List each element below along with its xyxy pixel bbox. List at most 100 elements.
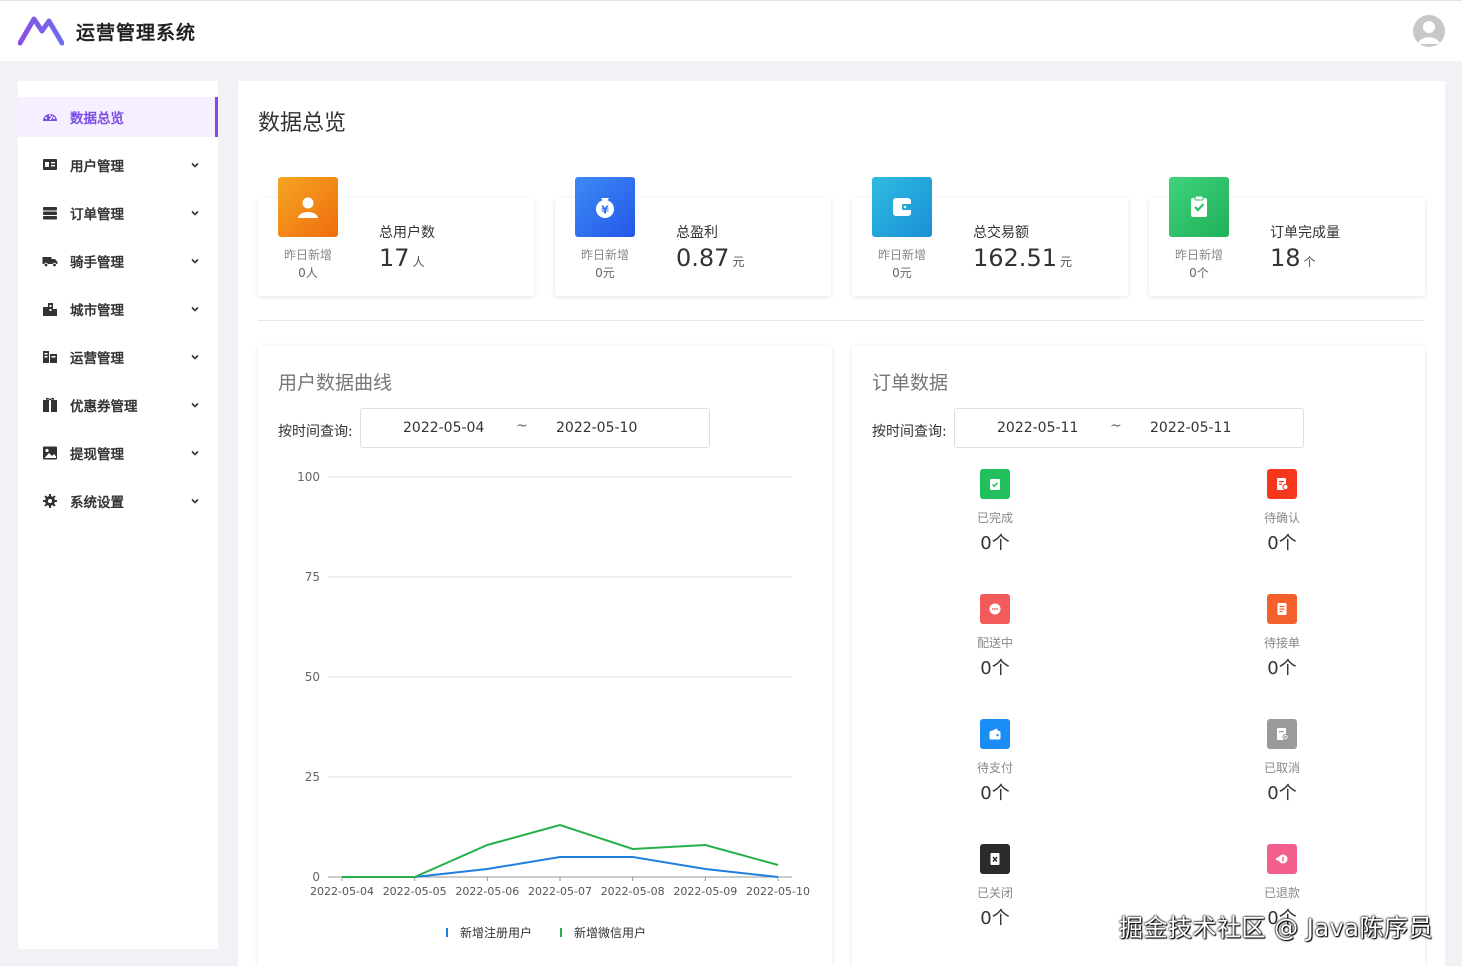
sidebar-item-cities[interactable]: 城市管理 (18, 289, 218, 329)
wallet-icon (872, 177, 932, 237)
order-status-count: 0个 (1267, 658, 1297, 679)
sidebar-item-label: 数据总览 (70, 111, 124, 127)
sidebar-item-coupons[interactable]: 优惠券管理 (18, 385, 218, 425)
legend-marker (560, 928, 562, 937)
stat-sub-label: 昨日新增 (283, 248, 332, 262)
series-line-0 (342, 856, 779, 878)
x-tick-label: 2022-05-05 (383, 885, 447, 898)
chevron-down-icon (190, 160, 200, 170)
sidebar-item-label: 运营管理 (70, 351, 124, 367)
date-start-input[interactable]: 2022-05-11 (997, 420, 1078, 436)
order-status-pending-payment[interactable]: 待支付 0个 (955, 719, 1035, 805)
order-status-completed[interactable]: 已完成 0个 (955, 469, 1035, 555)
stat-sub-label: 昨日新增 (877, 248, 926, 262)
order-status-cancelled[interactable]: 已取消 0个 (1242, 719, 1322, 805)
doc-cancel-icon (1267, 719, 1297, 749)
sidebar-item-riders[interactable]: 骑手管理 (18, 241, 218, 281)
order-status-count: 0个 (980, 908, 1010, 929)
chevron-down-icon (190, 208, 200, 218)
wallet-icon (980, 719, 1010, 749)
page-title: 数据总览 (258, 111, 347, 136)
legend-label: 新增注册用户 (460, 926, 533, 940)
doc-close-icon (980, 844, 1010, 874)
sidebar-item-withdraw[interactable]: 提现管理 (18, 433, 218, 473)
stat-card-total-transactions: 昨日新增 0元 总交易额 162.51 元 (852, 177, 1128, 296)
order-status-label: 待接单 (1263, 636, 1300, 650)
sidebar-item-operations[interactable]: 运营管理 (18, 337, 218, 377)
order-data-panel: 订单数据 按时间查询: 2022-05-11 ~ 2022-05-11 已完成 … (852, 346, 1425, 966)
stat-name: 总交易额 (973, 225, 1029, 241)
order-status-label: 配送中 (976, 636, 1013, 650)
clipboard-check-icon (1169, 177, 1229, 237)
truck-icon (42, 253, 58, 269)
sidebar-item-dashboard[interactable]: 数据总览 (18, 97, 218, 137)
divider (258, 320, 1424, 321)
query-label: 按时间查询: (872, 424, 947, 440)
dashboard-icon (42, 109, 58, 125)
stat-sub-value: 0个 (1189, 266, 1209, 280)
date-separator: ~ (1110, 418, 1122, 434)
stat-sub-value: 0元 (595, 266, 615, 280)
sidebar-item-label: 系统设置 (70, 495, 124, 511)
stat-card-total-users: 昨日新增 0人 总用户数 17 人 (258, 177, 534, 296)
sidebar-item-label: 骑手管理 (70, 255, 124, 271)
building-icon (42, 301, 58, 317)
date-range-picker[interactable]: 2022-05-11 ~ 2022-05-11 (954, 408, 1304, 448)
top-header: 运营管理系统 (0, 0, 1462, 61)
y-tick-label: 0 (312, 870, 320, 884)
user-line-chart: 0 25 50 75 100 2022-05-04 2022-05-05 2022-05-06… (297, 470, 810, 898)
clipboard-check-icon (980, 469, 1010, 499)
order-status-label: 已完成 (976, 511, 1013, 525)
order-status-closed[interactable]: 已关闭 0个 (955, 844, 1035, 930)
doc-pending-icon (1267, 469, 1297, 499)
x-tick-label: 2022-05-07 (528, 885, 592, 898)
order-status-pending-accept[interactable]: 待接单 0个 (1242, 594, 1322, 680)
stat-unit: 元 (732, 255, 745, 269)
order-status-label: 已退款 (1263, 886, 1300, 900)
stat-sub-label: 昨日新增 (580, 248, 629, 262)
avatar-person-icon (1418, 21, 1440, 44)
withdraw-icon (42, 445, 58, 461)
legend-label: 新增微信用户 (574, 926, 647, 940)
chevron-down-icon (190, 448, 200, 458)
x-tick-label: 2022-05-09 (673, 885, 737, 898)
stat-value: 162.51 (973, 244, 1057, 272)
stat-value: 17 (379, 244, 410, 272)
sidebar-item-orders[interactable]: 订单管理 (18, 193, 218, 233)
x-tick-label: 2022-05-04 (310, 885, 374, 898)
operations-icon (42, 349, 58, 365)
main-content: 数据总览 昨日新增 0人 总用户数 17 人 ¥ 昨日新增 0元 总盈利 0.87… (238, 81, 1445, 966)
order-status-pending-confirm[interactable]: 待确认 0个 (1242, 469, 1322, 555)
stat-name: 总用户数 (379, 225, 435, 241)
sidebar-item-label: 优惠券管理 (70, 399, 138, 415)
logo-icon (18, 16, 64, 46)
sidebar-item-label: 提现管理 (70, 447, 124, 463)
stat-value: 18 (1270, 244, 1301, 272)
sidebar-item-settings[interactable]: 系统设置 (18, 481, 218, 521)
order-status-count: 0个 (980, 783, 1010, 804)
date-end-input[interactable]: 2022-05-11 (1150, 420, 1231, 436)
stat-unit: 元 (1059, 255, 1072, 269)
user-chart-panel: 用户数据曲线 按时间查询: 2022-05-04 ~ 2022-05-10 02… (258, 346, 832, 966)
stat-unit: 人 (412, 255, 425, 269)
x-tick-label: 2022-05-08 (601, 885, 665, 898)
order-status-label: 已取消 (1263, 761, 1300, 775)
legend-item-registered[interactable]: 新增注册用户 (446, 924, 532, 941)
panel-title: 订单数据 (872, 372, 949, 394)
x-tick-label: 2022-05-10 (746, 885, 810, 898)
money-bag-icon: ¥ (575, 177, 635, 237)
stat-card-completed-orders: 昨日新增 0个 订单完成量 18 个 (1149, 177, 1425, 296)
stat-unit: 个 (1303, 255, 1316, 269)
order-status-label: 待支付 (976, 761, 1013, 775)
legend-item-wechat[interactable]: 新增微信用户 (560, 924, 646, 941)
gear-icon (42, 493, 58, 509)
sidebar-item-users[interactable]: 用户管理 (18, 145, 218, 185)
stat-sub-value: 0人 (298, 266, 318, 280)
avatar[interactable] (1413, 15, 1445, 47)
chat-bubble-icon (980, 594, 1010, 624)
y-tick-label: 25 (305, 770, 320, 784)
chevron-down-icon (190, 496, 200, 506)
order-status-count: 0个 (1267, 783, 1297, 804)
order-status-delivering[interactable]: 配送中 0个 (955, 594, 1035, 680)
stat-sub-value: 0元 (892, 266, 912, 280)
